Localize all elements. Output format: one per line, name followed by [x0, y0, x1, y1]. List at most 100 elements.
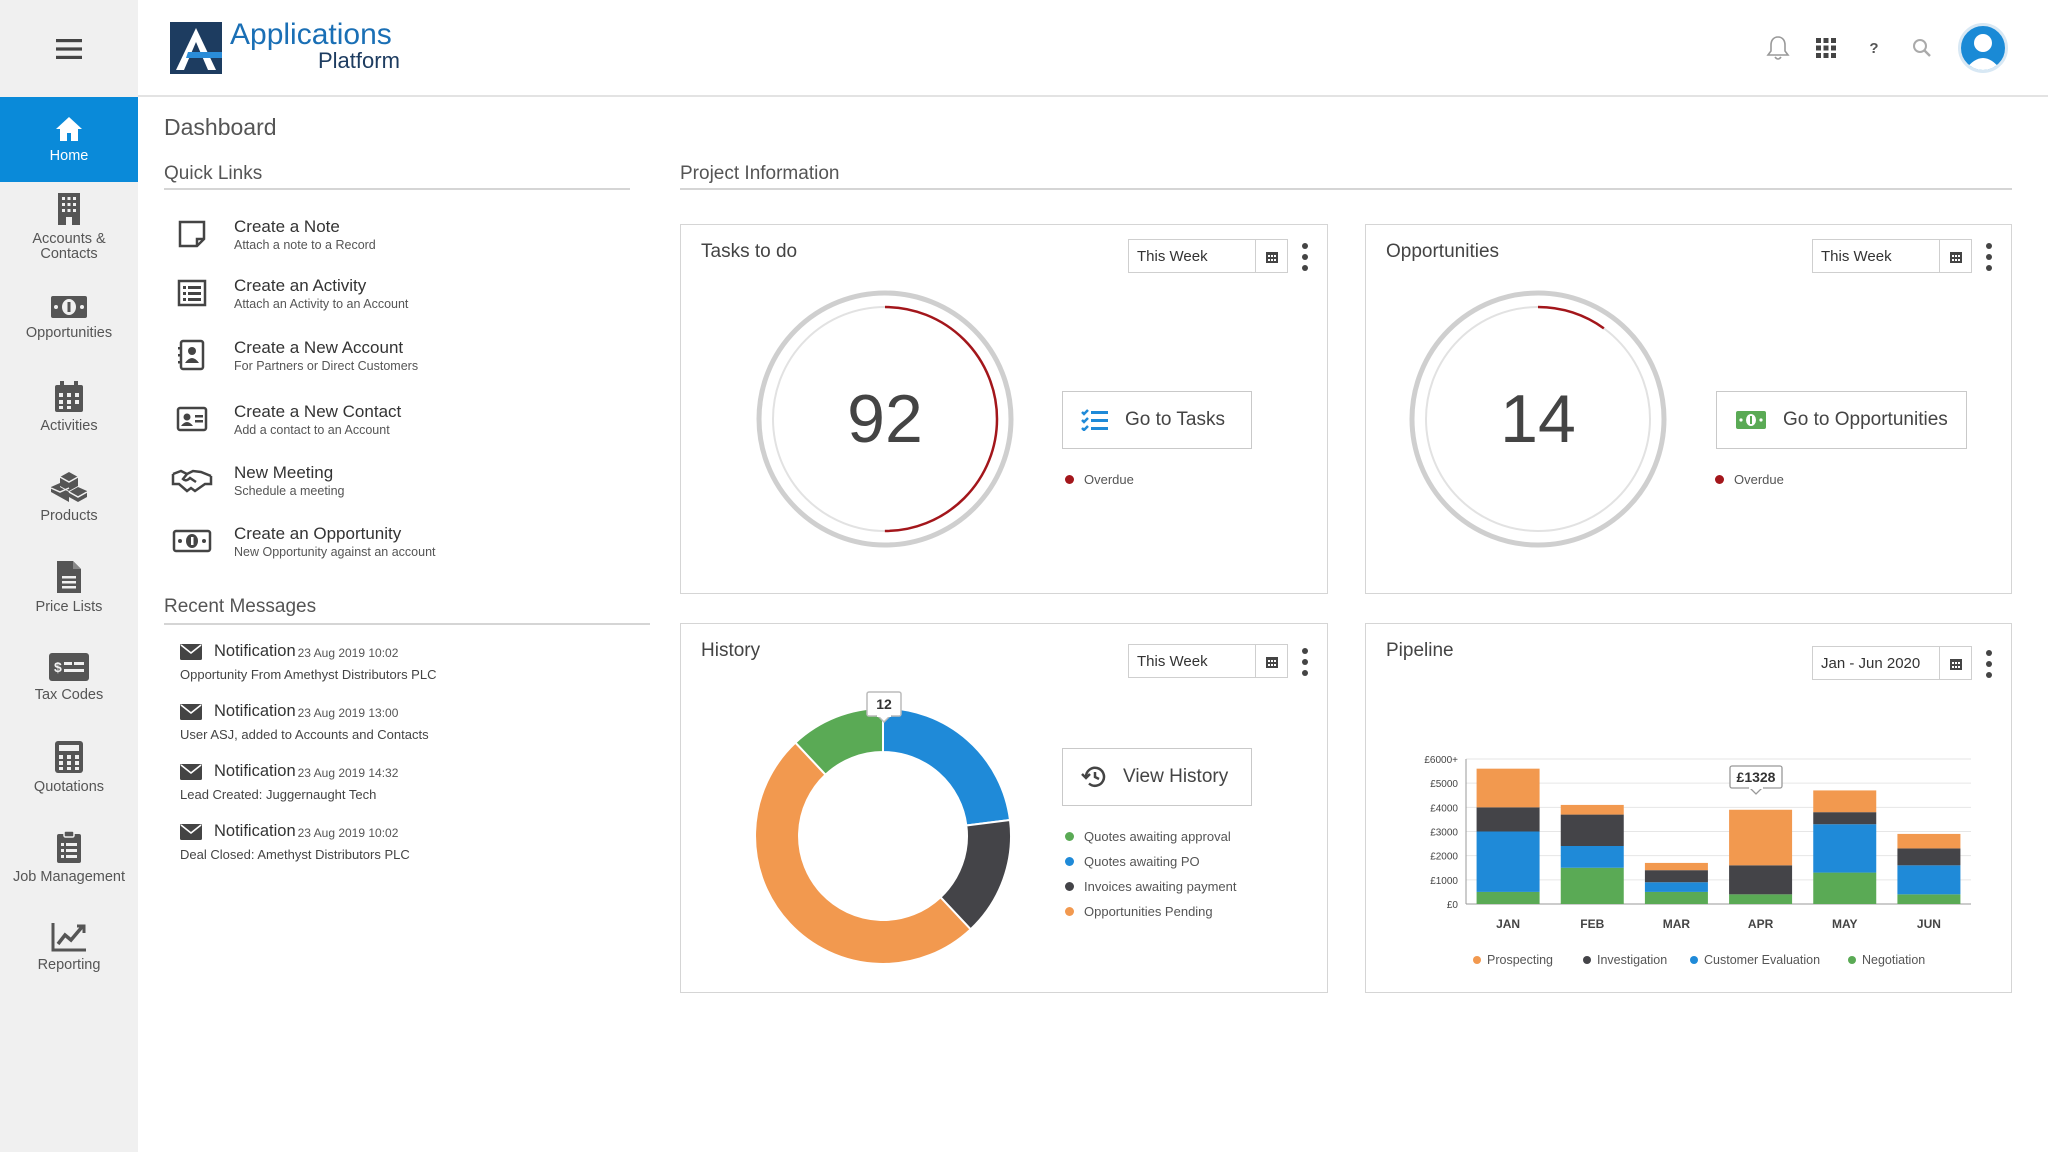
y-tick-label: £5000 — [1430, 779, 1458, 790]
message-item[interactable]: Notification 23 Aug 2019 13:00 User ASJ, … — [180, 702, 640, 742]
search-icon — [1913, 39, 1931, 57]
app-logo[interactable]: Applications Platform — [170, 20, 400, 74]
money-icon — [172, 529, 212, 553]
message-item[interactable]: Notification 23 Aug 2019 14:32 Lead Creat… — [180, 762, 640, 802]
quick-link-title: Create a New Contact — [234, 401, 402, 421]
building-icon — [58, 193, 80, 225]
period-select[interactable]: This Week — [1128, 239, 1288, 273]
quick-link-title: Create an Opportunity — [234, 523, 402, 543]
legend-investigation: Investigation — [1583, 953, 1667, 967]
svg-text:$: $ — [54, 659, 62, 675]
sidebar-item-products[interactable]: Products — [0, 452, 138, 542]
view-history-button[interactable]: View History — [1062, 748, 1252, 806]
message-body: Deal Closed: Amethyst Distributors PLC — [180, 847, 410, 862]
sidebar-nav: Home Accounts & Contacts Opportunities A… — [0, 97, 138, 992]
bar-jun-negotiation — [1897, 894, 1961, 904]
chart-line-icon — [51, 922, 86, 951]
quick-link-subtitle: For Partners or Direct Customers — [234, 358, 419, 373]
legend-dot — [1065, 857, 1074, 866]
history-card: History This Week 12 View History Quotes… — [680, 623, 1328, 993]
message-time: 23 Aug 2019 10:02 — [297, 826, 399, 840]
sidebar-item-reporting[interactable]: Reporting — [0, 902, 138, 992]
calendar-button[interactable] — [1939, 240, 1971, 272]
notifications-button[interactable] — [1754, 22, 1802, 74]
x-tick-label: JAN — [1496, 917, 1520, 931]
x-tick-label: APR — [1748, 917, 1774, 931]
y-tick-label: £1000 — [1430, 876, 1458, 887]
quick-link-subtitle: Schedule a meeting — [234, 483, 345, 498]
calendar-button[interactable] — [1255, 645, 1287, 677]
help-icon: ? — [1869, 39, 1879, 57]
legend-label: Prospecting — [1487, 953, 1554, 967]
period-select[interactable]: This Week — [1128, 644, 1288, 678]
quick-link-create-activity[interactable]: Create an Activity Attach an Activity to … — [170, 268, 630, 318]
bar-jun-customer-evaluation — [1897, 865, 1961, 895]
message-body: User ASJ, added to Accounts and Contacts — [180, 727, 429, 742]
calendar-button[interactable] — [1255, 240, 1287, 272]
calendar-button[interactable] — [1939, 647, 1971, 679]
sidebar-item-quotations[interactable]: Quotations — [0, 722, 138, 812]
bar-apr-negotiation — [1729, 894, 1793, 904]
quick-link-create-note[interactable]: Create a Note Attach a note to a Record — [170, 209, 630, 259]
recent-messages-title: Recent Messages — [164, 596, 317, 617]
sidebar-item-label: Home — [49, 148, 89, 164]
legend-quotes-approval: Quotes awaiting approval — [1065, 829, 1231, 844]
sidebar-item-tax-codes[interactable]: $ Tax Codes — [0, 632, 138, 722]
sidebar-item-activities[interactable]: Activities — [0, 362, 138, 452]
sidebar-item-job-management[interactable]: Job Management — [0, 812, 138, 902]
home-icon — [56, 117, 82, 141]
message-item[interactable]: Notification 23 Aug 2019 10:02 Deal Close… — [180, 822, 640, 862]
opportunities-progress-ring: 14 — [1409, 290, 1667, 548]
sidebar-item-label: Accounts & Contacts — [32, 231, 106, 262]
period-select[interactable]: Jan - Jun 2020 — [1812, 646, 1972, 680]
calendar-icon — [1949, 658, 1962, 670]
hamburger-icon — [56, 38, 82, 59]
button-label: Go to Opportunities — [1783, 409, 1948, 430]
help-button[interactable]: ? — [1850, 22, 1898, 74]
sidebar-item-opportunities[interactable]: Opportunities — [0, 272, 138, 362]
legend-prospecting: Prospecting — [1473, 953, 1553, 967]
bar-may-prospecting — [1813, 790, 1877, 813]
menu-button[interactable] — [0, 0, 138, 97]
boxes-icon — [50, 471, 88, 502]
legend-dot — [1065, 907, 1074, 916]
card-menu-button[interactable] — [1983, 243, 1995, 271]
sidebar-item-price-lists[interactable]: Price Lists — [0, 542, 138, 632]
sidebar-item-home[interactable]: Home — [0, 97, 138, 182]
envelope-icon — [180, 703, 202, 720]
card-menu-button[interactable] — [1299, 243, 1311, 271]
bar-mar-negotiation — [1644, 891, 1708, 904]
quick-link-create-contact[interactable]: Create a New Contact Add a contact to an … — [170, 394, 630, 444]
go-to-opportunities-button[interactable]: Go to Opportunities — [1716, 391, 1967, 449]
list-icon — [177, 279, 207, 307]
bar-mar-investigation — [1644, 870, 1708, 883]
id-card-icon — [176, 406, 208, 432]
message-item[interactable]: Notification 23 Aug 2019 10:02 Opportunit… — [180, 642, 640, 682]
handshake-icon — [171, 469, 213, 493]
legend-label: Overdue — [1734, 472, 1784, 487]
message-body: Lead Created: Juggernaught Tech — [180, 787, 377, 802]
sidebar-item-accounts[interactable]: Accounts & Contacts — [0, 182, 138, 272]
bar-jan-negotiation — [1476, 891, 1540, 904]
pipeline-card: Pipeline Jan - Jun 2020 £0 £1000 £2000 £300… — [1365, 623, 2012, 993]
card-menu-button[interactable] — [1299, 648, 1311, 676]
legend-label: Investigation — [1597, 953, 1668, 967]
card-menu-button[interactable] — [1983, 650, 1995, 678]
search-button[interactable] — [1898, 22, 1946, 74]
money-icon — [1736, 411, 1766, 429]
quick-link-new-meeting[interactable]: New Meeting Schedule a meeting — [170, 455, 630, 505]
period-select[interactable]: This Week — [1812, 239, 1972, 273]
top-bar: Applications Platform ? — [138, 0, 2048, 97]
x-tick-label: MAY — [1832, 917, 1858, 931]
go-to-tasks-button[interactable]: Go to Tasks — [1062, 391, 1252, 449]
message-body: Opportunity From Amethyst Distributors P… — [180, 667, 437, 682]
quick-link-create-opportunity[interactable]: Create an Opportunity New Opportunity aga… — [170, 516, 630, 566]
quick-link-create-account[interactable]: Create a New Account For Partners or Dire… — [170, 330, 630, 380]
legend-overdue: Overdue — [1715, 472, 1784, 487]
user-avatar[interactable] — [1958, 23, 2008, 73]
quick-link-title: Create a Note — [234, 216, 340, 236]
tasks-progress-ring: 92 — [756, 290, 1014, 548]
history-icon — [1081, 766, 1106, 788]
apps-button[interactable] — [1802, 22, 1850, 74]
period-value: Jan - Jun 2020 — [1821, 654, 1921, 672]
